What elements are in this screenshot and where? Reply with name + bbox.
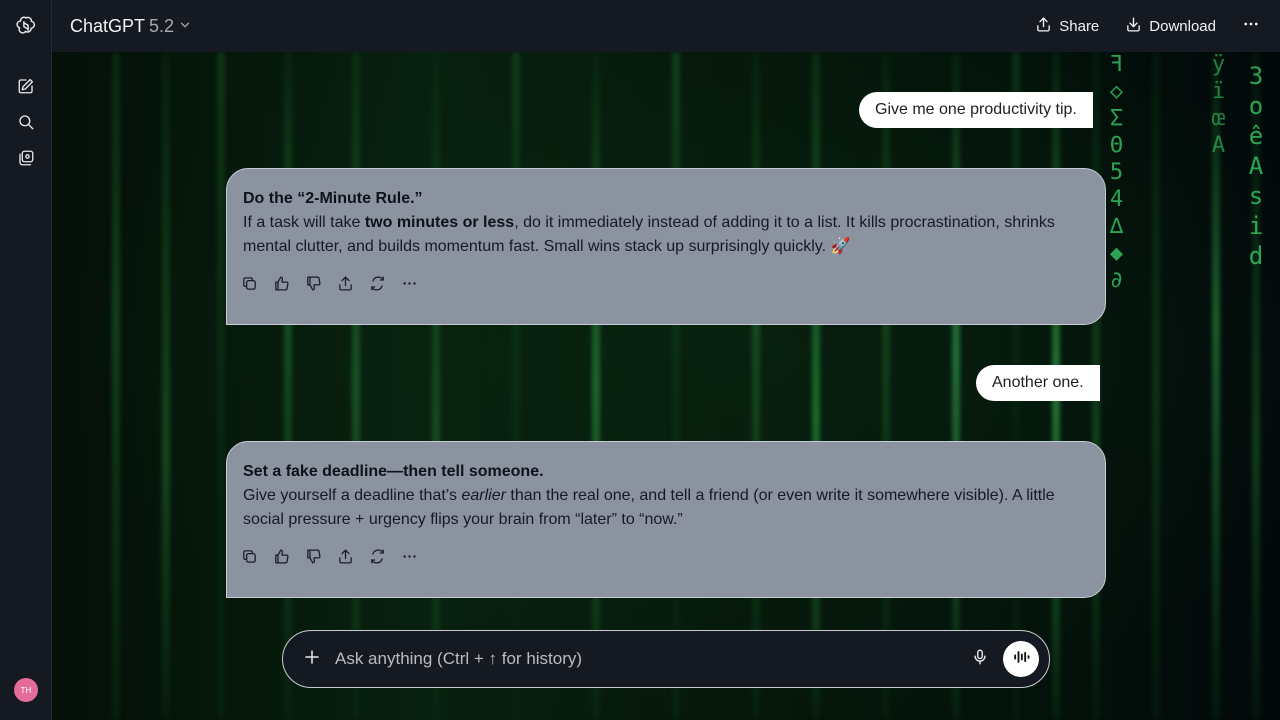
download-label: Download bbox=[1149, 17, 1216, 35]
voice-mode-button[interactable] bbox=[1003, 641, 1039, 677]
assistant-body-italic: earlier bbox=[461, 487, 506, 504]
download-icon bbox=[1125, 16, 1142, 37]
copy-icon[interactable] bbox=[237, 271, 261, 295]
sidebar: TH bbox=[0, 0, 52, 720]
regenerate-icon[interactable] bbox=[365, 544, 389, 568]
openai-logo-icon[interactable] bbox=[8, 8, 44, 44]
user-message-text: Another one. bbox=[992, 374, 1084, 391]
composer bbox=[282, 630, 1050, 688]
assistant-body-text: Give yourself a deadline that’s bbox=[243, 487, 462, 504]
chat-area[interactable]: ꟻ◇ΣΘ54∆◆∂ 3oêAsid ÿïœA Give me one produ… bbox=[52, 52, 1280, 720]
assistant-body-bold: two minutes or less bbox=[364, 214, 515, 231]
thumbs-up-icon[interactable] bbox=[269, 271, 293, 295]
search-icon[interactable] bbox=[8, 104, 44, 140]
plus-icon bbox=[303, 648, 321, 671]
matrix-glyphs-left: ꟻ◇ΣΘ54∆◆∂ bbox=[1104, 52, 1129, 295]
message-input[interactable] bbox=[335, 649, 965, 669]
assistant-message-title: Do the “2-Minute Rule.” bbox=[243, 190, 423, 207]
assistant-message: Do the “2-Minute Rule.” If a task will t… bbox=[226, 168, 1106, 325]
header-actions: Share Download bbox=[1027, 9, 1264, 43]
microphone-icon bbox=[971, 648, 989, 671]
share-icon[interactable] bbox=[333, 544, 357, 568]
more-horizontal-icon bbox=[1242, 15, 1260, 37]
avatar[interactable]: TH bbox=[14, 678, 38, 702]
matrix-glyphs-mid: ÿïœA bbox=[1206, 52, 1231, 160]
share-button[interactable]: Share bbox=[1027, 10, 1107, 43]
top-bar: ChatGPT 5.2 Share Download bbox=[52, 0, 1280, 52]
user-message-text: Give me one productivity tip. bbox=[875, 101, 1077, 118]
dictate-button[interactable] bbox=[965, 644, 995, 674]
more-horizontal-icon[interactable] bbox=[397, 271, 421, 295]
message-actions bbox=[237, 544, 1089, 568]
assistant-message-body: If a task will take two minutes or less,… bbox=[243, 211, 1089, 259]
download-button[interactable]: Download bbox=[1117, 10, 1224, 43]
user-message: Give me one productivity tip. bbox=[859, 92, 1093, 128]
assistant-message-body: Give yourself a deadline that’s earlier … bbox=[243, 484, 1089, 532]
share-icon[interactable] bbox=[333, 271, 357, 295]
more-horizontal-icon[interactable] bbox=[397, 544, 421, 568]
message-actions bbox=[237, 271, 1089, 295]
library-icon[interactable] bbox=[8, 140, 44, 176]
voice-waveform-icon bbox=[1011, 647, 1031, 672]
assistant-message-title: Set a fake deadline—then tell someone. bbox=[243, 463, 544, 480]
copy-icon[interactable] bbox=[237, 544, 261, 568]
user-message: Another one. bbox=[976, 365, 1100, 401]
chevron-down-icon bbox=[178, 16, 192, 37]
thumbs-down-icon[interactable] bbox=[301, 271, 325, 295]
avatar-initials: TH bbox=[20, 685, 32, 695]
model-version: 5.2 bbox=[149, 15, 175, 36]
more-options-button[interactable] bbox=[1238, 9, 1264, 43]
thumbs-down-icon[interactable] bbox=[301, 544, 325, 568]
new-chat-icon[interactable] bbox=[8, 68, 44, 104]
thumbs-up-icon[interactable] bbox=[269, 544, 293, 568]
assistant-body-text: If a task will take bbox=[243, 214, 365, 231]
model-switcher[interactable]: ChatGPT 5.2 bbox=[70, 16, 192, 37]
matrix-glyphs-right: 3oêAsid bbox=[1242, 62, 1270, 272]
add-attachment-button[interactable] bbox=[299, 646, 325, 672]
regenerate-icon[interactable] bbox=[365, 271, 389, 295]
model-name: ChatGPT bbox=[70, 15, 146, 36]
share-icon bbox=[1035, 16, 1052, 37]
assistant-message: Set a fake deadline—then tell someone. G… bbox=[226, 441, 1106, 598]
share-label: Share bbox=[1059, 17, 1100, 35]
